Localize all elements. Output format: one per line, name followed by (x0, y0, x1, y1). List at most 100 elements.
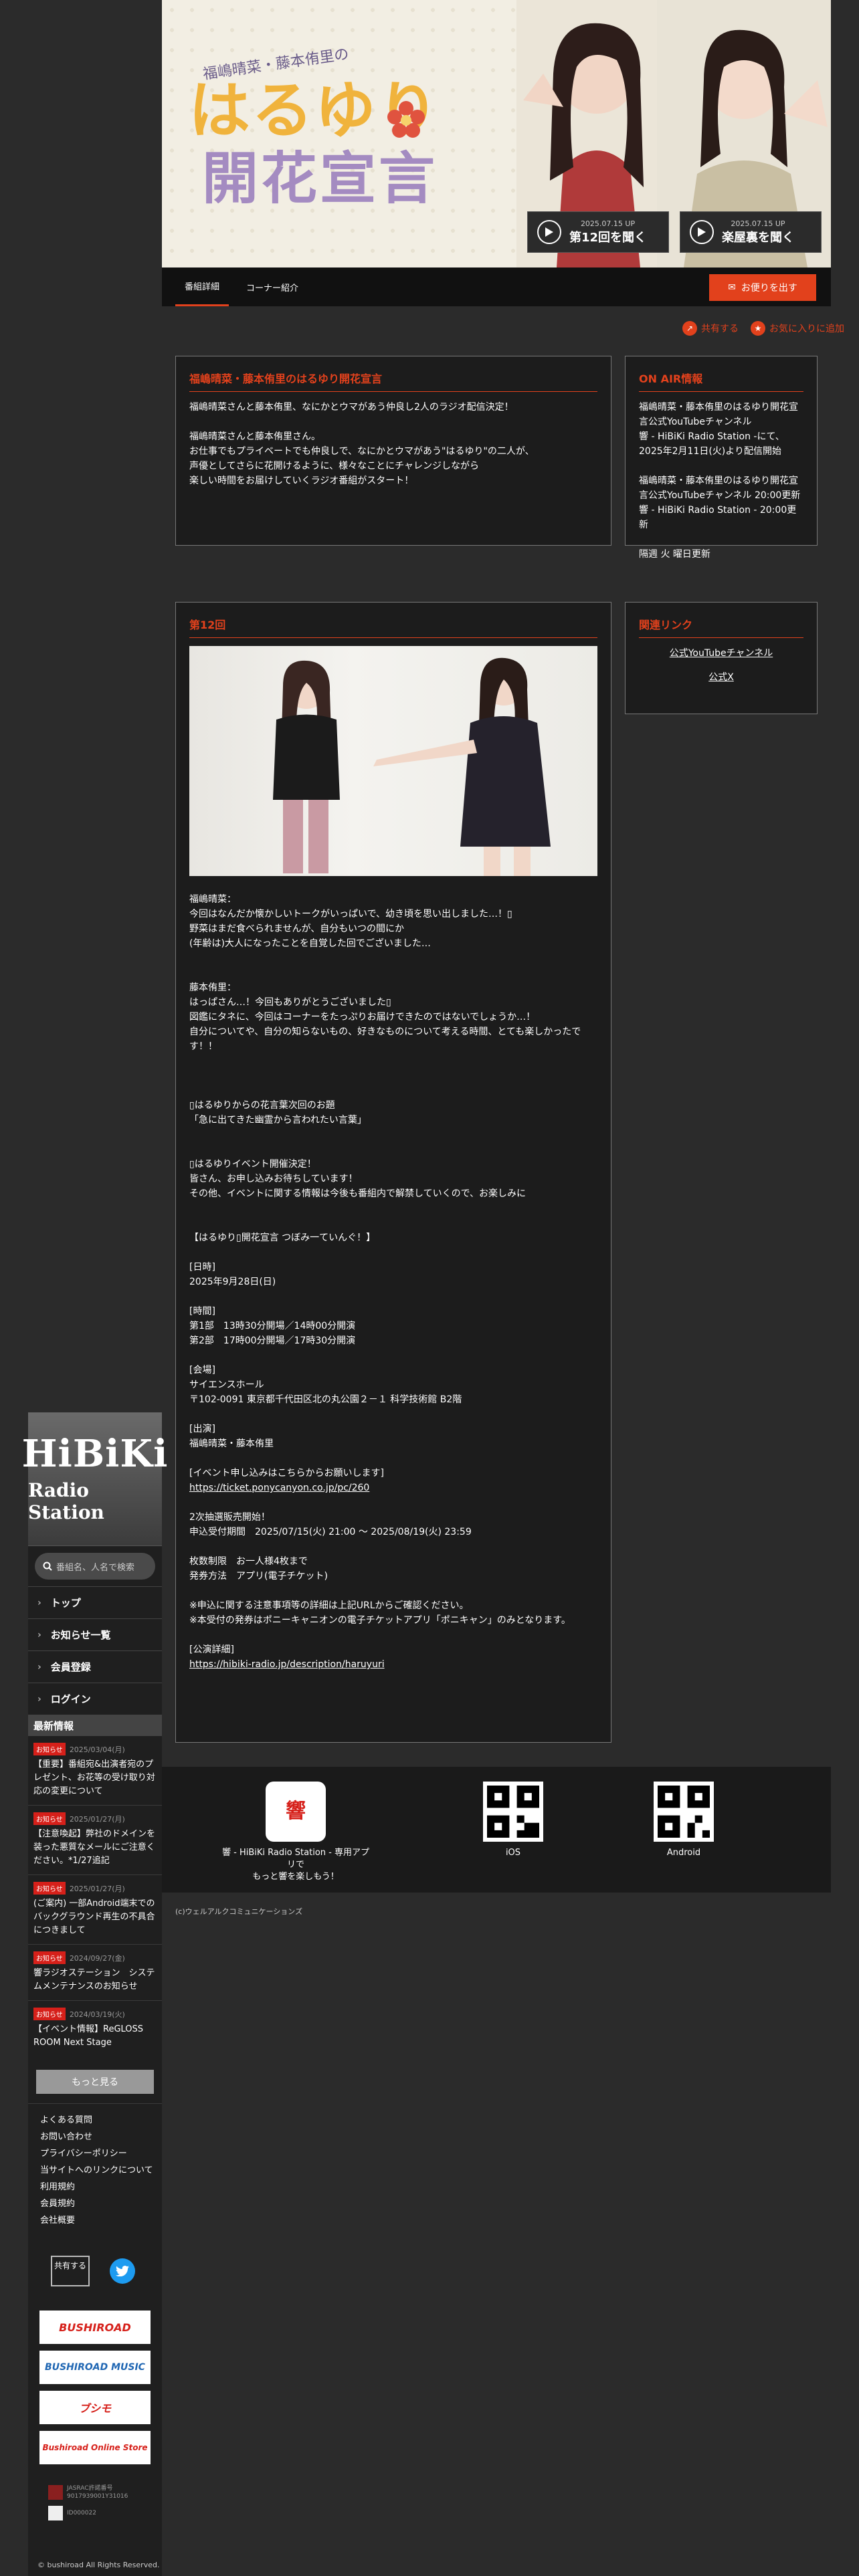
news-text: (ご案内) 一部Android端末でのバックグラウンド再生の不具合につきまして (33, 1899, 155, 1935)
news-date: 2024/03/19(火) (69, 2010, 125, 2019)
listen-episode-button[interactable]: 2025.07.15 UP 第12回を聞く (527, 211, 669, 253)
episode-date: 2025.07.15 UP (580, 219, 636, 228)
news-text: 【重要】番組宛&出演者宛のプレゼント、お花等の受け取り対応の変更について (33, 1759, 155, 1796)
bushiroad-banner[interactable]: BUSHIROAD (39, 2311, 151, 2344)
share-action[interactable]: ↗ 共有する (682, 321, 739, 336)
chevron-right-icon: › (37, 1661, 41, 1673)
chevron-right-icon: › (37, 1597, 41, 1608)
news-date: 2025/01/27(月) (69, 1814, 125, 1824)
nav-register[interactable]: › 会員登録 (28, 1650, 162, 1683)
favorite-action[interactable]: ★ お気に入りに追加 (751, 321, 844, 336)
related-title: 関連リンク (639, 616, 803, 638)
play-icon (537, 220, 561, 244)
search-input[interactable]: 番組名、人名で検索 (35, 1553, 155, 1580)
share-icon: ↗ (682, 321, 697, 336)
footer-link-member-terms[interactable]: 会員規約 (40, 2195, 162, 2212)
x-link[interactable]: 公式X (639, 670, 803, 683)
sidebar: HiBiKi Radio Station 番組名、人名で検索 › トップ › お知ら… (22, 1412, 167, 2576)
footer-link-terms[interactable]: 利用規約 (40, 2179, 162, 2195)
flower-icon (387, 101, 425, 138)
nav-label: トップ (50, 1597, 81, 1609)
news-item[interactable]: お知らせ 2025/01/27(月) 【注意喚起】弊社のドメインを装った悪質なメール… (28, 1806, 162, 1875)
hibiki-logo[interactable]: HiBiKi Radio Station (22, 1412, 167, 1546)
backstage-label: 楽屋裏を聞く (722, 230, 794, 245)
footer-link-privacy[interactable]: プライバシーポリシー (40, 2145, 162, 2162)
listen-backstage-button[interactable]: 2025.07.15 UP 楽屋裏を聞く (680, 211, 822, 253)
search-placeholder: 番組名、人名で検索 (56, 1562, 135, 1573)
share-button[interactable]: 共有する (51, 2256, 90, 2286)
tab-bar: 番組詳細 コーナー紹介 ✉ お便りを出す (162, 267, 831, 306)
news-item[interactable]: お知らせ 2025/01/27(月) (ご案内) 一部Android端末でのバックグ… (28, 1875, 162, 1945)
ios-app-link[interactable]: iOS (480, 1782, 547, 1859)
chevron-right-icon: › (37, 1693, 41, 1705)
favorite-action-label: お気に入りに追加 (769, 324, 844, 334)
news-item[interactable]: お知らせ 2025/03/04(月) 【重要】番組宛&出演者宛のプレゼント、お花等の… (28, 1736, 162, 1806)
chevron-right-icon: › (37, 1629, 41, 1640)
ios-label: iOS (505, 1848, 521, 1858)
play-icon (690, 220, 714, 244)
news-date: 2024/09/27(金) (69, 1953, 125, 1963)
bushiroad-music-banner[interactable]: BUSHIROAD MUSIC (39, 2351, 151, 2384)
episode-photo-illustration (273, 657, 551, 876)
android-app-link[interactable]: Android (650, 1782, 717, 1859)
jasrac-text: JASRAC許諾番号 9017939001Y31016 (67, 2485, 128, 2500)
news-date: 2025/01/27(月) (69, 1884, 125, 1893)
main: 福嶋晴菜・藤本侑里の はるゆり 開花宣言 2025.07.15 UP 第12回を聞… (162, 0, 831, 306)
onair-text: 福嶋晴菜・藤本侑里のはるゆり開花宣言公式YouTubeチャンネル 響 - HiB… (639, 402, 801, 560)
more-button[interactable]: もっと見る (36, 2070, 154, 2094)
nextone-text: ID000022 (67, 2510, 96, 2516)
nav-login[interactable]: › ログイン (28, 1683, 162, 1715)
tab-program-details[interactable]: 番組詳細 (175, 267, 229, 306)
episode-box: 第12回 福嶋晴菜： 今回はなんだか懐かしいトークがいっぱいで、幼き頃を思い出し… (175, 602, 611, 1743)
footer-links: よくある質問 お問い合わせ プライバシーポリシー 当サイトへのリンクについて 利… (28, 2103, 162, 2229)
app-download-bar: 響 響 - HiBiKi Radio Station - 専用アプリで もっと響… (162, 1767, 831, 1893)
news-item[interactable]: お知らせ 2024/03/19(火) 【イベント情報】ReGLOSS ROOM Ne… (28, 2001, 162, 2056)
hibiki-app[interactable]: 響 響 - HiBiKi Radio Station - 専用アプリで もっと響… (222, 1782, 369, 1883)
footer-link-contact[interactable]: お問い合わせ (40, 2129, 162, 2145)
footer-link-linking[interactable]: 当サイトへのリンクについて (40, 2162, 162, 2179)
ticket-link[interactable]: https://ticket.ponycanyon.co.jp/pc/260 (189, 1483, 369, 1493)
nav-label: ログイン (50, 1693, 91, 1705)
mail-icon: ✉ (728, 282, 736, 293)
send-letter-button[interactable]: ✉ お便りを出す (709, 274, 816, 301)
twitter-icon[interactable] (110, 2258, 135, 2284)
star-icon: ★ (751, 321, 765, 336)
jasrac-badge: JASRAC許諾番号 9017939001Y31016 (48, 2484, 162, 2500)
share-row: 共有する (51, 2256, 162, 2286)
program-info-box: 福嶋晴菜・藤本侑里のはるゆり開花宣言 福嶋晴菜さんと藤本侑里、なにかとウマがあう… (175, 356, 611, 546)
program-title: 福嶋晴菜・藤本侑里のはるゆり開花宣言 (189, 370, 597, 392)
news-badge: お知らせ (33, 2008, 66, 2020)
episode-label: 第12回を聞く (569, 230, 647, 245)
share-action-label: 共有する (701, 324, 739, 334)
footer-link-company[interactable]: 会社概要 (40, 2212, 162, 2229)
onair-box: ON AIR情報 福嶋晴菜・藤本侑里のはるゆり開花宣言公式YouTubeチャンネ… (625, 356, 818, 560)
hero-banner: 福嶋晴菜・藤本侑里の はるゆり 開花宣言 2025.07.15 UP 第12回を聞… (162, 0, 831, 267)
news-badge: お知らせ (33, 1812, 66, 1825)
backstage-date: 2025.07.15 UP (731, 219, 785, 228)
related-links-box: 関連リンク 公式YouTubeチャンネル 公式X (625, 602, 818, 714)
search-icon (43, 1562, 52, 1571)
app-name: 響 - HiBiKi Radio Station - 専用アプリで もっと響を楽… (222, 1848, 369, 1882)
episode-title: 第12回 (189, 616, 597, 638)
youtube-link[interactable]: 公式YouTubeチャンネル (639, 646, 803, 659)
banner-list: BUSHIROAD BUSHIROAD MUSIC ブシモ Bushiroad … (28, 2311, 162, 2464)
episode-body-2: 2次抽選販売開始！ 申込受付期間 2025/07/15(火) 21:00 ～ 2… (189, 1512, 571, 1655)
episode-body: 福嶋晴菜： 今回はなんだか懐かしいトークがいっぱいで、幼き頃を思い出しました…！… (189, 894, 581, 1479)
news-badge: お知らせ (33, 1882, 66, 1895)
hibiki-app-icon: 響 (266, 1782, 326, 1842)
logo-line2: Radio Station (28, 1479, 104, 1523)
nav-top[interactable]: › トップ (28, 1586, 162, 1618)
copyright: © bushiroad All Rights Reserved. (37, 2561, 160, 2569)
footer-link-faq[interactable]: よくある質問 (40, 2112, 162, 2129)
news-badge: お知らせ (33, 1951, 66, 1964)
news-text: 【イベント情報】ReGLOSS ROOM Next Stage (33, 2024, 144, 2048)
news-item[interactable]: お知らせ 2024/09/27(金) 響ラジオステーション システムメンテナンスのお… (28, 1945, 162, 2001)
bushiroad-store-banner[interactable]: Bushiroad Online Store (39, 2431, 151, 2464)
nav-news[interactable]: › お知らせ一覧 (28, 1618, 162, 1650)
news-heading: 最新情報 (28, 1715, 162, 1736)
bushimo-banner[interactable]: ブシモ (39, 2391, 151, 2424)
nav-label: 会員登録 (50, 1661, 91, 1673)
description-link[interactable]: https://hibiki-radio.jp/description/haru… (189, 1659, 385, 1670)
nav-label: お知らせ一覧 (50, 1629, 111, 1641)
tab-corners[interactable]: コーナー紹介 (246, 267, 299, 306)
